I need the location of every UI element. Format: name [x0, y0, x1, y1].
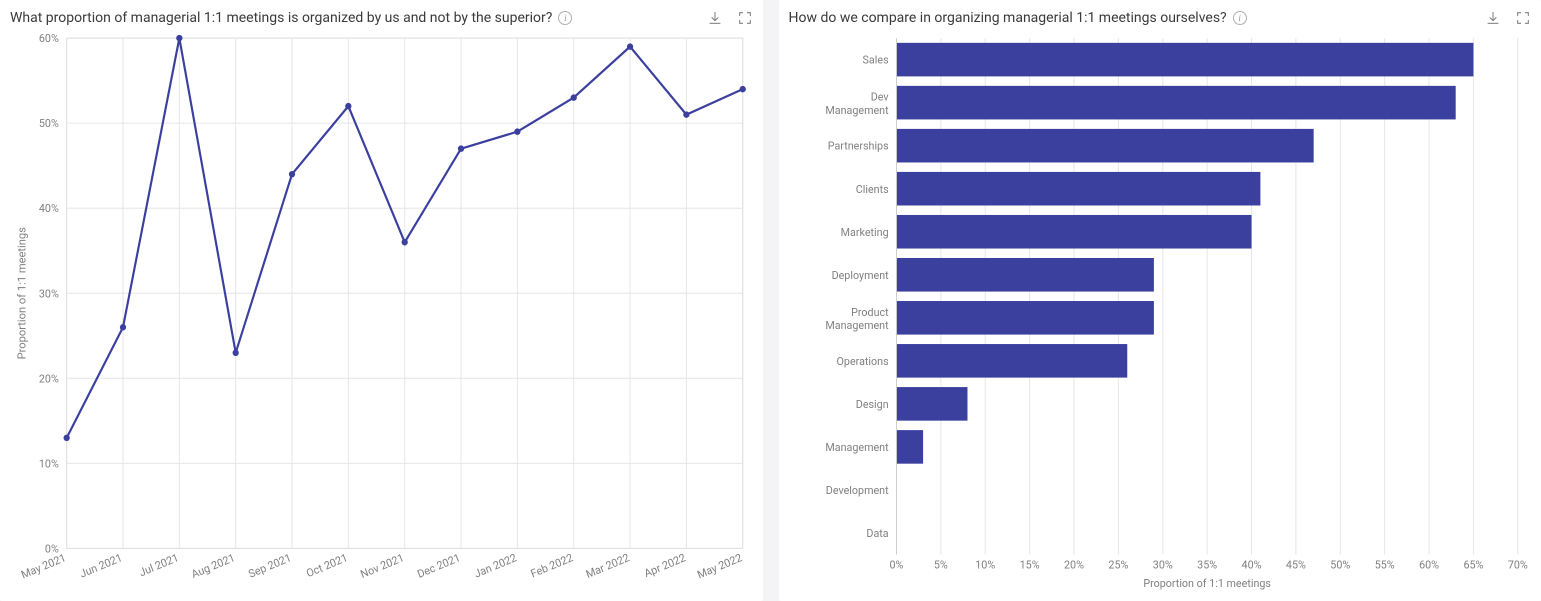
panel-actions [1485, 10, 1531, 26]
category-label: Clients [855, 183, 888, 196]
fullscreen-icon[interactable] [737, 10, 753, 26]
x-tick-label: 45% [1285, 558, 1305, 571]
y-tick-label: 30% [39, 287, 59, 300]
category-label: Sales [862, 53, 888, 66]
x-tick-label: 15% [1019, 558, 1039, 571]
fullscreen-icon[interactable] [1515, 10, 1531, 26]
data-point[interactable] [402, 239, 408, 245]
category-label: Dev [870, 90, 889, 103]
x-tick-label: May 2021 [19, 551, 67, 582]
category-label: Deployment [831, 269, 888, 282]
category-label: Data [866, 527, 888, 540]
x-tick-label: Jan 2022 [472, 551, 518, 581]
y-tick-label: 40% [39, 202, 59, 215]
bar[interactable] [896, 129, 1313, 163]
category-label: Partnerships [827, 140, 888, 153]
y-tick-label: 60% [39, 32, 59, 45]
x-tick-label: 25% [1108, 558, 1128, 571]
x-tick-label: Jul 2021 [137, 551, 180, 579]
y-tick-label: 20% [39, 372, 59, 385]
x-tick-label: 50% [1330, 558, 1350, 571]
bar[interactable] [896, 172, 1260, 206]
data-point[interactable] [514, 128, 520, 134]
category-label: Operations [836, 355, 888, 368]
category-label: Product [851, 306, 889, 319]
bar-chart: 0% 5% 10% 15% 20% 25% 30% 35% 40% 45% 50% 55% 60% 65%… [789, 30, 1532, 597]
x-tick-label: 60% [1419, 558, 1439, 571]
x-tick-label: Apr 2022 [642, 551, 687, 580]
x-tick-label: 40% [1241, 558, 1261, 571]
x-tick-label: 70% [1507, 558, 1527, 571]
x-tick-label: Feb 2022 [529, 551, 575, 580]
x-tick-label: Sep 2021 [247, 551, 293, 581]
x-tick-label: 20% [1064, 558, 1084, 571]
x-tick-label: 0% [889, 558, 903, 571]
data-point[interactable] [740, 86, 746, 92]
data-point[interactable] [345, 103, 351, 109]
panel-header: What proportion of managerial 1:1 meetin… [10, 6, 753, 30]
category-label: Marketing [840, 226, 888, 239]
category-label: Design [855, 398, 888, 411]
data-point[interactable] [120, 324, 126, 330]
category-label: Management [825, 441, 889, 454]
data-point[interactable] [571, 94, 577, 100]
y-axis-label: Proportion of 1:1 meetings [16, 227, 29, 360]
x-tick-label: May 2022 [695, 551, 743, 582]
dashboard: What proportion of managerial 1:1 meetin… [0, 0, 1541, 601]
panel-proportion-over-time: What proportion of managerial 1:1 meetin… [0, 0, 763, 601]
panel-header: How do we compare in organizing manageri… [789, 6, 1532, 30]
data-point[interactable] [683, 111, 689, 117]
x-axis-label: Proportion of 1:1 meetings [1143, 577, 1271, 590]
bar[interactable] [896, 86, 1455, 120]
bar[interactable] [896, 258, 1153, 292]
x-tick-label: 10% [975, 558, 995, 571]
bar[interactable] [896, 215, 1251, 249]
data-point[interactable] [289, 171, 295, 177]
bar[interactable] [896, 430, 923, 464]
panel-title: What proportion of managerial 1:1 meetin… [10, 10, 552, 26]
category-label: Management [825, 319, 889, 332]
bar[interactable] [896, 301, 1153, 335]
data-point[interactable] [64, 435, 70, 441]
x-tick-label: 65% [1463, 558, 1483, 571]
category-label: Management [825, 104, 889, 117]
x-tick-label: Dec 2021 [415, 551, 462, 581]
info-icon[interactable]: i [558, 11, 572, 25]
x-tick-label: 55% [1374, 558, 1394, 571]
x-tick-label: 5% [933, 558, 947, 571]
info-icon[interactable]: i [1233, 11, 1247, 25]
x-tick-label: 35% [1197, 558, 1217, 571]
y-tick-label: 50% [39, 117, 59, 130]
download-icon[interactable] [707, 10, 723, 26]
bar[interactable] [896, 344, 1127, 378]
bar[interactable] [896, 43, 1473, 77]
x-tick-label: Mar 2022 [584, 551, 631, 581]
category-label: Development [825, 484, 888, 497]
data-point[interactable] [627, 43, 633, 49]
data-point[interactable] [458, 145, 464, 151]
y-tick-label: 10% [39, 457, 59, 470]
panel-title: How do we compare in organizing manageri… [789, 10, 1227, 26]
x-tick-label: Oct 2021 [304, 551, 349, 580]
line-chart: 0%10%20%30%40%50%60%May 2021Jun 2021Jul … [10, 30, 753, 597]
x-tick-label: Jun 2021 [78, 551, 124, 581]
x-tick-label: 30% [1152, 558, 1172, 571]
bar[interactable] [896, 387, 967, 421]
x-tick-label: Nov 2021 [359, 551, 406, 581]
download-icon[interactable] [1485, 10, 1501, 26]
panel-actions [707, 10, 753, 26]
data-point[interactable] [176, 35, 182, 41]
data-point[interactable] [233, 350, 239, 356]
x-tick-label: Aug 2021 [190, 551, 237, 581]
panel-proportion-by-team: How do we compare in organizing manageri… [779, 0, 1541, 601]
